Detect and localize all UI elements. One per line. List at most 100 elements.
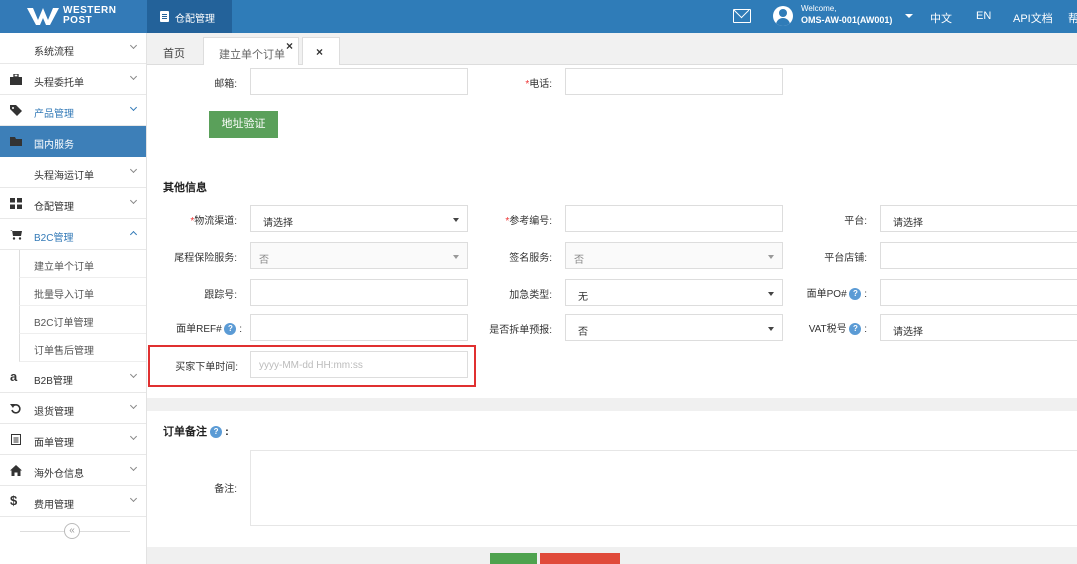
sidebar-item-label: 费用管理 (34, 500, 74, 511)
sidebar-item-label: 头程海运订单 (34, 171, 94, 182)
chevron-down-icon (129, 370, 138, 379)
sidebar-item-b2b[interactable]: a B2B管理 (0, 362, 146, 393)
module-tab-warehouse[interactable]: 仓配管理 (147, 0, 232, 33)
tracking-input[interactable] (250, 279, 468, 306)
folder-icon (10, 137, 22, 146)
phone-input[interactable] (565, 68, 783, 95)
tail-insurance-select[interactable]: 否 (250, 242, 468, 269)
chevron-down-icon (129, 103, 138, 112)
sidebar-collapse-button[interactable]: « (64, 523, 80, 539)
document-icon (160, 11, 169, 22)
reference-input[interactable] (565, 205, 783, 232)
chevron-down-icon (768, 255, 774, 259)
address-panel: 邮箱: *电话: 地址验证 (147, 65, 1077, 153)
mail-icon[interactable] (733, 9, 751, 23)
lang-english-link[interactable]: EN (976, 10, 991, 22)
urgent-label: 加急类型: (509, 290, 552, 301)
grid-icon (10, 198, 22, 209)
tab-home[interactable]: 首页 (151, 37, 197, 65)
chevron-up-icon (129, 230, 138, 239)
store-input[interactable] (880, 242, 1077, 269)
chevron-down-icon (129, 463, 138, 472)
waybill-po-label: 面单PO# ? : (806, 288, 867, 301)
logistics-select[interactable]: 请选择 (250, 205, 468, 232)
welcome-text: Welcome, (801, 4, 837, 13)
help-icon: ? (849, 288, 862, 301)
briefcase-icon (10, 74, 22, 85)
other-info-title: 其他信息 (163, 182, 207, 194)
sidebar-item-domestic-service[interactable]: 国内服务 (0, 126, 146, 157)
top-bar: WESTERN POST 仓配管理 Welcome, OMS-AW-001(AW… (0, 0, 1077, 33)
sidebar-subitem-label: 建立单个订单 (34, 262, 94, 273)
sidebar-subitem-create-order[interactable]: 建立单个订单 (19, 250, 146, 278)
sidebar-subitem-batch-import[interactable]: 批量导入订单 (19, 278, 146, 306)
waybill-ref-label: 面单REF# ? : (176, 323, 242, 336)
vat-select[interactable]: 请选择 (880, 314, 1077, 341)
address-verify-button[interactable]: 地址验证 (209, 111, 278, 138)
platform-select[interactable]: 请选择 (880, 205, 1077, 232)
waybill-ref-input[interactable] (250, 314, 468, 341)
sidebar-item-label: 国内服务 (34, 140, 74, 151)
sidebar-item-label: 面单管理 (34, 438, 74, 449)
remark-textarea[interactable] (250, 450, 1077, 526)
sidebar-item-label: 产品管理 (34, 109, 74, 120)
waybill-po-input[interactable] (880, 279, 1077, 306)
close-icon: × (316, 45, 324, 59)
email-label: 邮箱: (214, 79, 237, 90)
sidebar-subitem-after-sales[interactable]: 订单售后管理 (19, 334, 146, 362)
email-input[interactable] (250, 68, 468, 95)
close-all-tabs-button[interactable]: × (302, 37, 340, 65)
cart-icon (10, 230, 22, 240)
close-tab-icon[interactable]: × (286, 39, 293, 53)
document-icon (11, 434, 21, 445)
sidebar-subitem-b2c-orders[interactable]: B2C订单管理 (19, 306, 146, 334)
sidebar-item-b2c[interactable]: B2C管理 (0, 219, 146, 250)
vat-label: VAT税号 ? : (808, 323, 867, 336)
signature-select[interactable]: 否 (565, 242, 783, 269)
chevron-down-icon (768, 327, 774, 331)
sidebar-subitem-label: 批量导入订单 (34, 290, 94, 301)
buyer-time-label: 买家下单时间: (175, 362, 238, 373)
home-icon (10, 465, 22, 476)
sidebar-subitem-label: B2C订单管理 (34, 318, 94, 329)
sidebar-item-waybill[interactable]: 面单管理 (0, 424, 146, 455)
sidebar-item-system-flow[interactable]: 系统流程 (0, 33, 146, 64)
chevron-down-icon (768, 292, 774, 296)
sidebar-item-overseas-warehouse[interactable]: 海外仓信息 (0, 455, 146, 486)
module-tab-label: 仓配管理 (175, 14, 215, 25)
remark-title: 订单备注 ? : (163, 426, 229, 439)
sidebar-item-sea-order[interactable]: 头程海运订单 (0, 157, 146, 188)
help-icon: ? (849, 323, 862, 336)
chevron-down-icon (129, 72, 138, 81)
chevron-down-icon (129, 196, 138, 205)
store-label: 平台店铺: (824, 253, 867, 264)
tab-create-order[interactable]: 建立单个订单 × (203, 37, 299, 65)
signature-label: 签名服务: (509, 253, 552, 264)
tab-label: 建立单个订单 (219, 49, 285, 61)
sidebar-item-product[interactable]: 产品管理 (0, 95, 146, 126)
reference-label: *参考编号: (505, 216, 552, 227)
logo[interactable]: WESTERN POST (0, 0, 147, 33)
remark-label: 备注: (214, 484, 237, 495)
sidebar-item-label: 仓配管理 (34, 202, 74, 213)
api-doc-link[interactable]: API文档 (1013, 10, 1053, 26)
lang-chinese-link[interactable]: 中文 (930, 10, 952, 26)
sidebar-item-label: B2B管理 (34, 376, 73, 387)
account-name[interactable]: OMS-AW-001(AW001) (801, 15, 892, 25)
sidebar-item-fees[interactable]: $ 费用管理 (0, 486, 146, 517)
help-link[interactable]: 帮 (1068, 10, 1077, 26)
logo-text: WESTERN POST (63, 6, 117, 26)
chevron-down-icon (129, 41, 138, 50)
buyer-time-input[interactable]: yyyy-MM-dd HH:mm:ss (250, 351, 468, 378)
sidebar-item-label: 头程委托单 (34, 78, 84, 89)
main-content: 邮箱: *电话: 地址验证 其他信息 *物流渠道: 请选择 *参考编号: 平台:… (147, 65, 1077, 564)
user-avatar-icon[interactable] (773, 6, 793, 26)
split-select[interactable]: 否 (565, 314, 783, 341)
sidebar-item-warehouse[interactable]: 仓配管理 (0, 188, 146, 219)
urgent-select[interactable]: 无 (565, 279, 783, 306)
sidebar-item-first-leg-order[interactable]: 头程委托单 (0, 64, 146, 95)
account-dropdown-icon[interactable] (905, 14, 913, 18)
submit-and-next-button[interactable] (540, 553, 620, 564)
sidebar-item-returns[interactable]: 退货管理 (0, 393, 146, 424)
submit-button[interactable] (490, 553, 537, 564)
